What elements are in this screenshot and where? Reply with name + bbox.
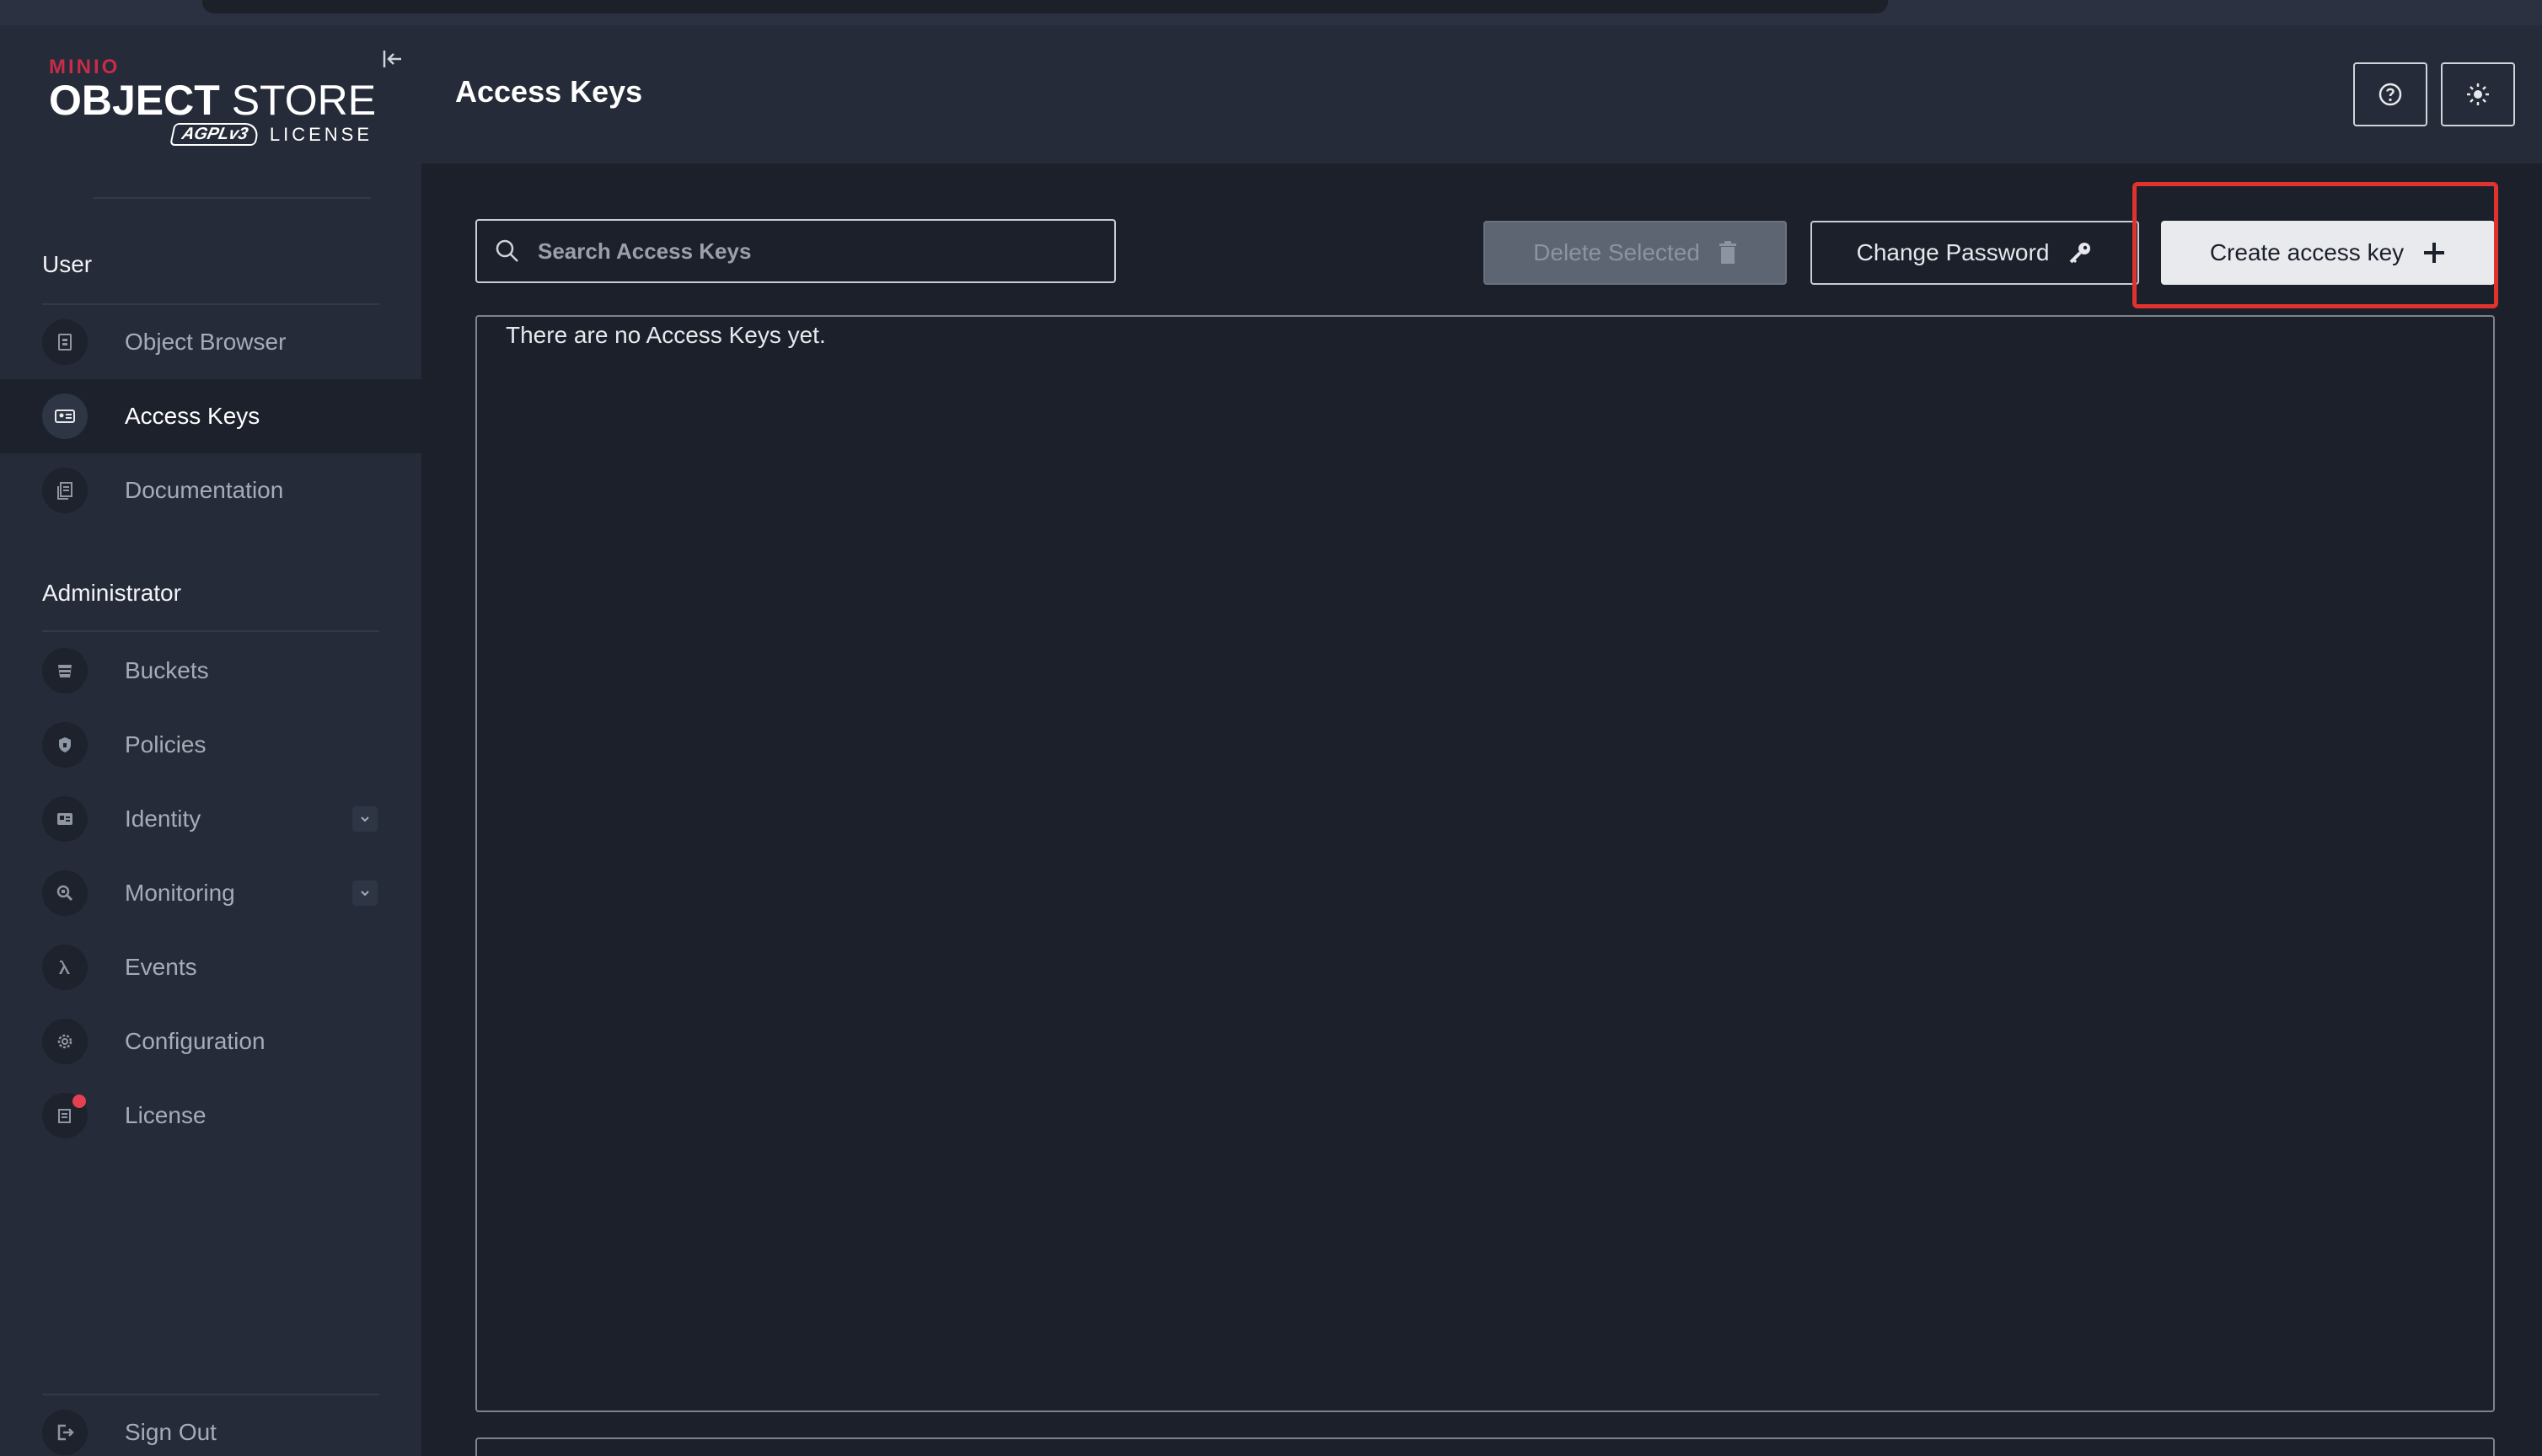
- sidebar-item-sign-out[interactable]: Sign Out: [0, 1395, 421, 1456]
- chevron-down-icon[interactable]: [352, 806, 378, 832]
- sidebar: MINIO OBJECT STORE AGPLv3 LICENSE User O…: [0, 25, 421, 1456]
- delete-selected-label: Delete Selected: [1533, 239, 1700, 265]
- object-browser-icon: [42, 319, 88, 365]
- page-title: Access Keys: [455, 74, 643, 109]
- plus-icon: [2424, 243, 2445, 263]
- sidebar-item-label: Documentation: [125, 477, 284, 503]
- sidebar-item-label: Policies: [125, 731, 206, 757]
- sidebar-item-label: Identity: [125, 806, 201, 832]
- section-title-administrator: Administrator: [42, 580, 181, 606]
- empty-state-message: There are no Access Keys yet.: [506, 322, 826, 348]
- policy-icon: [42, 722, 88, 768]
- sidebar-item-policies[interactable]: Policies: [0, 708, 421, 782]
- create-access-key-label: Create access key: [2209, 239, 2405, 265]
- license-notification-dot: [72, 1095, 86, 1108]
- sidebar-item-license[interactable]: License: [0, 1079, 421, 1153]
- sidebar-item-monitoring[interactable]: Monitoring: [0, 856, 421, 930]
- logo-product-bold: OBJECT: [49, 77, 220, 124]
- sidebar-item-label: Buckets: [125, 657, 209, 683]
- sidebar-item-buckets[interactable]: Buckets: [0, 634, 421, 708]
- sidebar-item-label: Events: [125, 954, 197, 980]
- sun-icon: [2467, 83, 2489, 105]
- logo-divider: [93, 197, 371, 199]
- browser-top-strip: [0, 0, 2542, 25]
- sidebar-item-object-browser[interactable]: Object Browser: [0, 305, 421, 379]
- sidebar-item-label: Sign Out: [125, 1419, 217, 1445]
- sidebar-item-label: Monitoring: [125, 880, 235, 906]
- sign-out-icon: [42, 1410, 88, 1455]
- sidebar-item-access-keys[interactable]: Access Keys: [0, 379, 421, 453]
- search-access-keys[interactable]: [475, 219, 1116, 283]
- create-access-key-button[interactable]: Create access key: [2161, 221, 2495, 285]
- sidebar-item-documentation[interactable]: Documentation: [0, 453, 421, 527]
- identity-icon: [42, 796, 88, 842]
- section-divider-administrator: [42, 630, 379, 632]
- sidebar-item-label: Configuration: [125, 1028, 265, 1054]
- key-icon: [2069, 243, 2091, 264]
- agpl-badge: AGPLv3: [169, 123, 260, 146]
- collapse-sidebar-button[interactable]: [378, 44, 408, 74]
- help-button[interactable]: [2353, 62, 2427, 126]
- minio-logo[interactable]: MINIO OBJECT STORE AGPLv3 LICENSE: [49, 56, 376, 146]
- section-title-user: User: [42, 251, 93, 277]
- help-icon: [2378, 83, 2402, 106]
- documentation-icon: [42, 468, 88, 513]
- gear-icon: [42, 1019, 88, 1064]
- license-icon: [42, 1093, 88, 1138]
- table-footer: [475, 1437, 2495, 1456]
- trash-icon: [1719, 241, 1736, 264]
- sidebar-item-label: Object Browser: [125, 329, 287, 355]
- logo-license-word: LICENSE: [269, 123, 373, 145]
- chevron-down-icon[interactable]: [352, 881, 378, 906]
- monitoring-icon: [42, 870, 88, 916]
- access-keys-table: There are no Access Keys yet.: [475, 315, 2495, 1412]
- bucket-icon: [42, 648, 88, 693]
- search-input[interactable]: [538, 238, 1094, 265]
- logo-product-rest: STORE: [219, 77, 377, 124]
- lambda-icon: [42, 945, 88, 990]
- change-password-button[interactable]: Change Password: [1810, 221, 2139, 285]
- page-header: Access Keys: [421, 25, 2542, 163]
- search-icon: [496, 239, 518, 262]
- change-password-label: Change Password: [1856, 239, 2050, 265]
- sidebar-item-identity[interactable]: Identity: [0, 782, 421, 856]
- logo-product: OBJECT STORE: [49, 76, 376, 125]
- logo-license-row: AGPLv3 LICENSE: [49, 123, 373, 146]
- browser-address-bar: [202, 0, 1888, 13]
- sidebar-item-configuration[interactable]: Configuration: [0, 1004, 421, 1079]
- sidebar-item-label: Access Keys: [125, 403, 260, 429]
- collapse-left-icon: [383, 51, 401, 67]
- delete-selected-button[interactable]: Delete Selected: [1483, 221, 1787, 285]
- access-keys-icon: [42, 393, 88, 439]
- sidebar-item-label: License: [125, 1102, 206, 1128]
- sidebar-item-events[interactable]: Events: [0, 930, 421, 1004]
- theme-toggle-button[interactable]: [2441, 62, 2515, 126]
- app-root: MINIO OBJECT STORE AGPLv3 LICENSE User O…: [0, 0, 2542, 1456]
